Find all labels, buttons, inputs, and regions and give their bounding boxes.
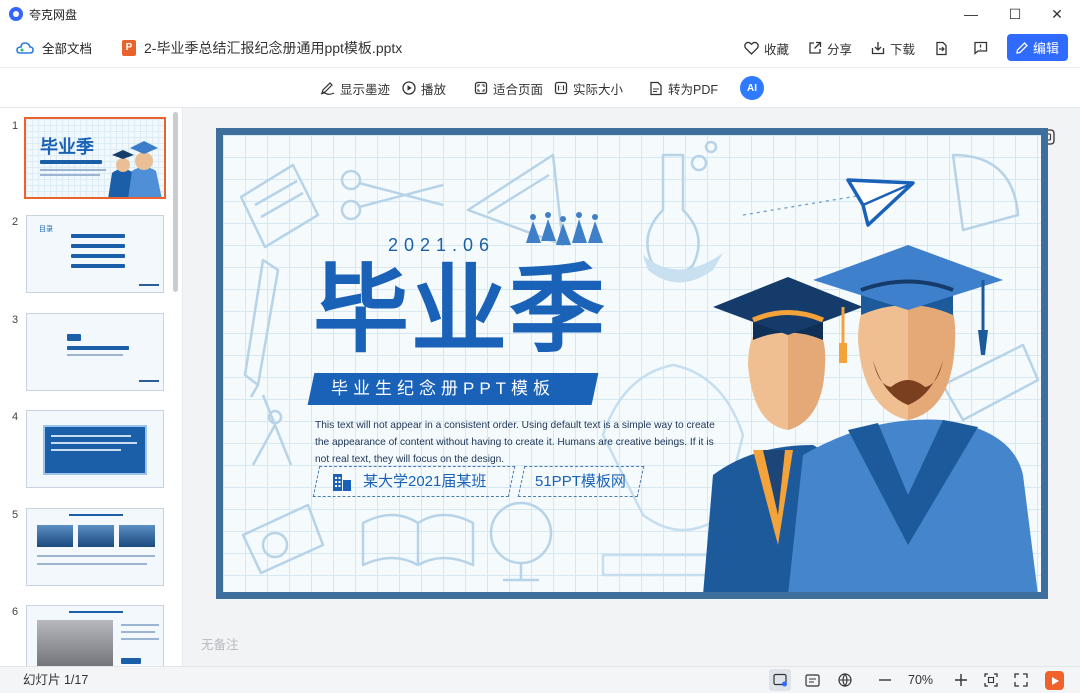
title-bar: 夸克网盘 — ☐ ✕ [0,0,1080,28]
ai-assistant-button[interactable]: AI [740,76,764,100]
notes-icon [804,673,820,687]
slide-subtitle: 毕业生纪念册PPT模板 [331,379,556,398]
minimize-button[interactable]: — [948,0,994,28]
favorite-label: 收藏 [764,42,790,57]
slide-counter: 幻灯片 1/17 [23,673,89,687]
play-circle-icon [402,81,416,95]
notes-view-button[interactable] [801,669,823,691]
download-icon [871,42,885,55]
convert-pdf-button[interactable]: 转为PDF [649,68,718,108]
thumbnail-number: 4 [12,411,19,423]
feedback-button[interactable] [973,28,988,68]
play-label: 播放 [421,82,447,97]
slide-viewer: 2021.06 毕业季 毕业生纪念册PPT模板 This text will n… [184,108,1080,666]
slide-class-name: 某大学2021届某班 [363,473,487,490]
ink-pen-icon [320,82,335,95]
ppt-file-icon: P [122,39,137,56]
file-name: 2-毕业季总结汇报纪念册通用ppt模板.pptx [144,39,403,56]
actual-size-label: 实际大小 [573,82,624,97]
zoom-out-button[interactable] [874,669,896,691]
zoom-in-button[interactable] [950,669,972,691]
slide-title: 毕业季 [313,254,607,366]
pen-icon [1016,41,1028,54]
notes-placeholder[interactable]: 无备注 [201,634,239,653]
minus-icon [879,679,891,681]
thumbnail-slide-3[interactable] [26,313,164,391]
close-button[interactable]: ✕ [1034,0,1080,28]
app-window: 夸克网盘 — ☐ ✕ 全部文档 P 2-毕业季总结汇报纪念册通用ppt模板.pp… [0,0,1080,693]
download-label: 下载 [890,42,916,57]
app-title: 夸克网盘 [29,7,78,22]
share-icon [809,41,822,54]
feedback-icon [974,41,988,55]
graduates-illustration-icon [703,245,1038,592]
viewer-toolbar: 显示墨迹 播放 适合页面 实际大小 转为PDF AI [0,68,1080,108]
edit-button[interactable]: 编辑 [1007,34,1068,61]
export-button[interactable] [934,28,948,68]
thumbnail-number: 5 [12,509,19,521]
actual-size-button[interactable]: 实际大小 [554,68,623,108]
fit-page-icon [474,81,488,95]
fullscreen-button[interactable] [1010,669,1032,691]
thumbnail-slide-6[interactable] [26,605,164,666]
convert-pdf-label: 转为PDF [668,82,719,97]
document-bar: 全部文档 P 2-毕业季总结汇报纪念册通用ppt模板.pptx 收藏 分享 下载… [0,28,1080,68]
slide-site-name: 51PPT模板网 [535,473,626,490]
actual-size-icon [554,81,568,95]
heart-icon [744,41,759,55]
download-button[interactable]: 下载 [871,28,915,68]
normal-view-icon [772,673,787,687]
thumbnail-slide-5[interactable] [26,508,164,586]
thumbnail-title: 毕业季 [40,137,94,157]
normal-view-button[interactable] [769,669,791,691]
play-icon [1051,676,1059,685]
thumbnail-number: 1 [12,120,19,132]
all-docs-label: 全部文档 [42,42,93,56]
web-view-button[interactable] [834,669,856,691]
fit-window-button[interactable] [980,669,1002,691]
export-icon [936,41,947,55]
current-slide: 2021.06 毕业季 毕业生纪念册PPT模板 This text will n… [216,128,1048,599]
all-docs-link[interactable]: 全部文档 [0,38,92,57]
maximize-button[interactable]: ☐ [992,0,1038,28]
share-button[interactable]: 分享 [808,28,852,68]
building-icon [333,474,351,491]
thumbnail-slide-4[interactable] [26,410,164,488]
thumbnail-number: 2 [12,216,19,228]
fit-page-button[interactable]: 适合页面 [474,68,543,108]
status-bar: 幻灯片 1/17 70% [0,666,1080,693]
quark-logo-icon [9,7,23,21]
favorite-button[interactable]: 收藏 [744,28,789,68]
fullscreen-icon [1014,673,1028,687]
zoom-level: 70% [908,673,934,687]
show-ink-button[interactable]: 显示墨迹 [320,68,390,108]
thumbnail-slide-1[interactable]: 毕业季 [24,117,166,199]
show-ink-label: 显示墨迹 [340,82,391,97]
play-button[interactable]: 播放 [402,68,446,108]
sidebar-scrollbar[interactable] [173,112,178,292]
pdf-icon [650,81,662,95]
plus-icon [955,674,967,686]
globe-icon [838,673,852,687]
thumbnail-title: 目录 [39,226,53,233]
thumbnail-number: 6 [12,606,19,618]
thumbnail-slide-2[interactable]: 目录 [26,215,164,293]
thumbnail-number: 3 [12,314,19,326]
fit-page-label: 适合页面 [493,82,544,97]
fit-window-icon [984,673,998,687]
slideshow-play-button[interactable] [1045,671,1064,690]
slide-thumbnail-panel: 1 毕业季 2 目录 3 4 5 6 [0,108,183,666]
cloud-icon [16,41,34,54]
share-label: 分享 [827,42,853,57]
slide-body-text: This text will not appear in a consisten… [315,420,715,465]
edit-label: 编辑 [1032,41,1059,56]
